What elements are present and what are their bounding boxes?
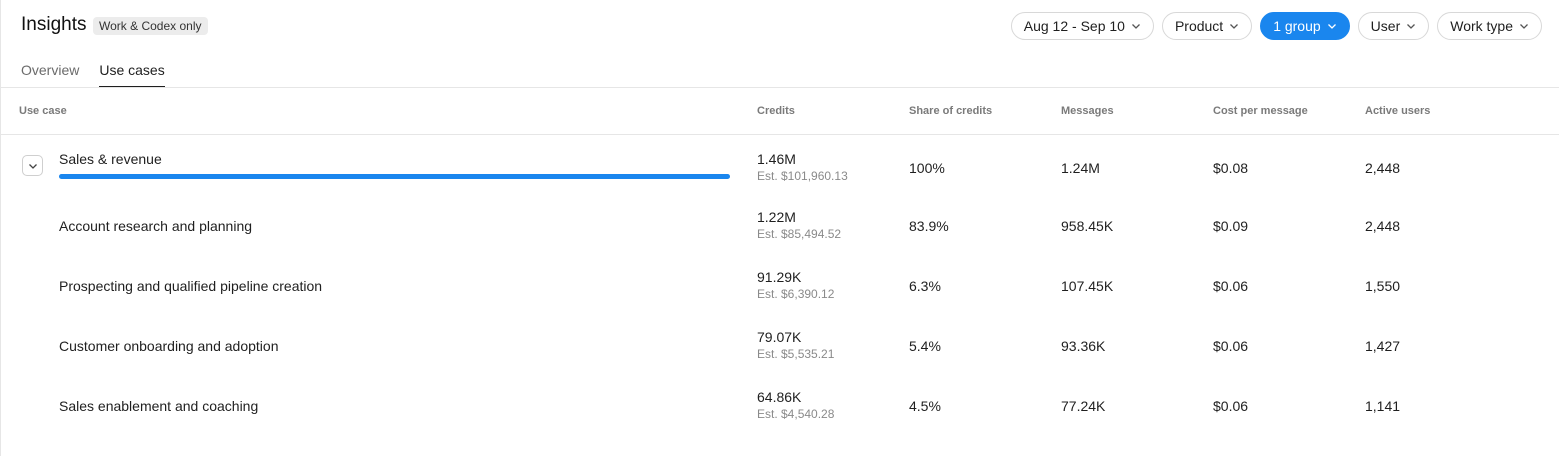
table-row[interactable]: Account research and planning 1.22M Est.… — [1, 194, 1559, 254]
column-header-credits[interactable]: Credits — [757, 105, 795, 117]
share-bar — [59, 174, 730, 179]
cost-value: $0.08 — [1213, 160, 1249, 176]
product-filter-label: Product — [1174, 18, 1224, 34]
date-range-label: Aug 12 - Sep 10 — [1023, 18, 1125, 34]
group-name: Sales & revenue — [59, 151, 162, 167]
share-value: 100% — [909, 160, 945, 176]
table-row[interactable]: Sales enablement and coaching 64.86K Est… — [1, 374, 1559, 434]
share-bar-fill — [59, 174, 730, 179]
chevron-down-icon — [1407, 24, 1416, 29]
filter-bar: Aug 12 - Sep 10 Product 1 group User Wor… — [1010, 12, 1542, 40]
chevron-down-icon — [1327, 24, 1336, 29]
credits-value: 91.29K — [757, 269, 802, 285]
use-case-name: Sales enablement and coaching — [59, 398, 259, 414]
column-header-active-users[interactable]: Active users — [1365, 105, 1430, 117]
product-filter[interactable]: Product — [1161, 12, 1253, 40]
use-case-name: Account research and planning — [59, 218, 253, 234]
credits-estimate: Est. $85,494.52 — [757, 227, 842, 241]
user-filter[interactable]: User — [1357, 12, 1430, 40]
cost-value: $0.06 — [1213, 278, 1249, 294]
messages-value: 1.24M — [1061, 160, 1100, 176]
page-header: Insights Work & Codex only Aug 12 - Sep … — [1, 0, 1559, 52]
active-users-value: 1,550 — [1365, 278, 1401, 294]
share-value: 83.9% — [909, 218, 949, 234]
column-header-use-case[interactable]: Use case — [19, 105, 67, 117]
credits-value: 64.86K — [757, 389, 802, 405]
user-filter-label: User — [1370, 18, 1401, 34]
cost-value: $0.09 — [1213, 218, 1249, 234]
messages-value: 958.45K — [1061, 218, 1114, 234]
active-users-value: 2,448 — [1365, 218, 1401, 234]
scope-badge: Work & Codex only — [93, 17, 208, 35]
credits-value: 79.07K — [757, 329, 802, 345]
chevron-down-icon — [28, 163, 37, 169]
group-filter[interactable]: 1 group — [1260, 12, 1350, 40]
credits-estimate: Est. $5,535.21 — [757, 347, 835, 361]
share-value: 4.5% — [909, 398, 941, 414]
cost-value: $0.06 — [1213, 338, 1249, 354]
chevron-down-icon — [1131, 24, 1140, 29]
table-row[interactable]: Prospecting and qualified pipeline creat… — [1, 254, 1559, 314]
tab-bar: Overview Use cases — [21, 62, 165, 87]
use-case-name: Prospecting and qualified pipeline creat… — [59, 278, 323, 294]
chevron-down-icon — [1230, 24, 1239, 29]
table-header: Use case Credits Share of credits Messag… — [1, 88, 1559, 135]
tab-overview[interactable]: Overview — [21, 62, 79, 87]
credits-estimate: Est. $4,540.28 — [757, 407, 835, 421]
work-type-filter-label: Work type — [1450, 18, 1513, 34]
column-header-messages[interactable]: Messages — [1061, 105, 1114, 117]
credits-value: 1.46M — [757, 151, 796, 167]
share-value: 6.3% — [909, 278, 941, 294]
table-row[interactable]: Customer onboarding and adoption 79.07K … — [1, 314, 1559, 374]
date-range-filter[interactable]: Aug 12 - Sep 10 — [1010, 12, 1154, 40]
column-header-share[interactable]: Share of credits — [909, 105, 992, 117]
messages-value: 107.45K — [1061, 278, 1114, 294]
tab-use-cases[interactable]: Use cases — [99, 62, 165, 87]
active-users-value: 1,427 — [1365, 338, 1401, 354]
column-header-cost[interactable]: Cost per message — [1213, 105, 1308, 117]
credits-estimate: Est. $6,390.12 — [757, 287, 835, 301]
work-type-filter[interactable]: Work type — [1437, 12, 1542, 40]
credits-estimate: Est. $101,960.13 — [757, 169, 848, 183]
table-row-group: Sales & revenue 1.46M Est. $101,960.13 1… — [1, 136, 1559, 196]
cost-value: $0.06 — [1213, 398, 1249, 414]
messages-value: 77.24K — [1061, 398, 1106, 414]
expand-toggle-button[interactable] — [22, 155, 43, 176]
messages-value: 93.36K — [1061, 338, 1106, 354]
share-value: 5.4% — [909, 338, 941, 354]
credits-value: 1.22M — [757, 209, 796, 225]
use-case-name: Customer onboarding and adoption — [59, 338, 279, 354]
page-title: Insights — [21, 14, 87, 35]
chevron-down-icon — [1520, 24, 1528, 29]
active-users-value: 1,141 — [1365, 398, 1401, 414]
active-users-value: 2,448 — [1365, 160, 1401, 176]
insights-page: Insights Work & Codex only Aug 12 - Sep … — [0, 0, 1559, 456]
group-filter-label: 1 group — [1273, 18, 1321, 34]
